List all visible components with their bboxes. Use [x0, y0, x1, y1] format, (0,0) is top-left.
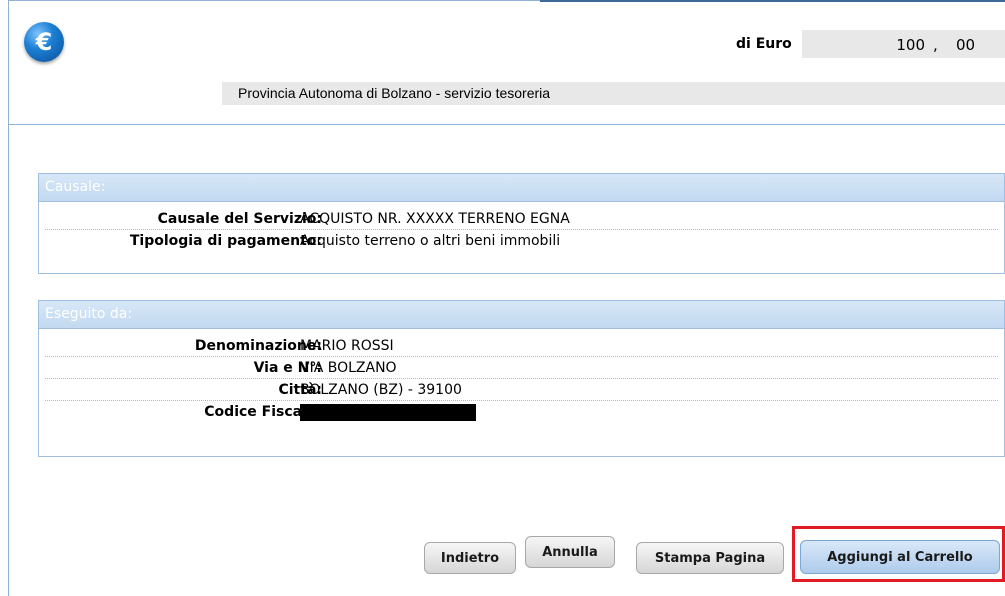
beneficiary-field: Provincia Autonoma di Bolzano - servizio…: [222, 82, 1005, 105]
eseguito-row-denominazione: Denominazione: MARIO ROSSI: [45, 335, 998, 357]
causale-section-title: Causale:: [39, 174, 1004, 202]
row-label: Causale del Servizio:: [157, 211, 322, 227]
causale-row-servizio: Causale del Servizio: ACQUISTO NR. XXXXX…: [45, 208, 998, 230]
row-value: VIA BOLZANO: [300, 360, 397, 376]
stampa-pagina-button[interactable]: Stampa Pagina: [636, 542, 784, 574]
amount-label: di Euro: [736, 36, 792, 52]
row-value: MARIO ROSSI: [300, 338, 394, 354]
eseguito-row-citta: Città: BOLZANO (BZ) - 39100: [45, 379, 998, 401]
causale-section: Causale: Causale del Servizio: ACQUISTO …: [38, 173, 1005, 274]
row-value: Acquisto terreno o altri beni immobili: [300, 233, 561, 249]
amount-separator: ,: [933, 36, 938, 54]
redacted-codice-fiscale: [300, 404, 476, 421]
euro-icon: €: [24, 22, 64, 62]
eseguito-row-codice-fiscale: Codice Fiscale:: [45, 401, 998, 423]
eseguito-section: Eseguito da: Denominazione: MARIO ROSSI …: [38, 300, 1005, 457]
header-divider: [8, 124, 1005, 125]
causale-row-tipologia: Tipologia di pagamento: Acquisto terreno…: [45, 230, 998, 252]
aggiungi-al-carrello-button[interactable]: Aggiungi al Carrello: [800, 540, 1000, 574]
frame-left-border: [8, 0, 9, 596]
eseguito-row-via: Via e N°: VIA BOLZANO: [45, 357, 998, 379]
euro-symbol: €: [35, 28, 53, 56]
row-value: BOLZANO (BZ) - 39100: [300, 382, 462, 398]
amount-integer: 100: [896, 36, 925, 54]
indietro-button[interactable]: Indietro: [424, 542, 516, 574]
annulla-button[interactable]: Annulla: [525, 536, 615, 568]
eseguito-section-title: Eseguito da:: [39, 301, 1004, 329]
frame-top-accent: [540, 0, 1005, 2]
row-label: Tipologia di pagamento:: [129, 233, 322, 249]
amount-decimal: 00: [956, 36, 976, 54]
amount-field: 100 , 00: [802, 30, 1005, 58]
row-value: ACQUISTO NR. XXXXX TERRENO EGNA: [300, 211, 570, 227]
